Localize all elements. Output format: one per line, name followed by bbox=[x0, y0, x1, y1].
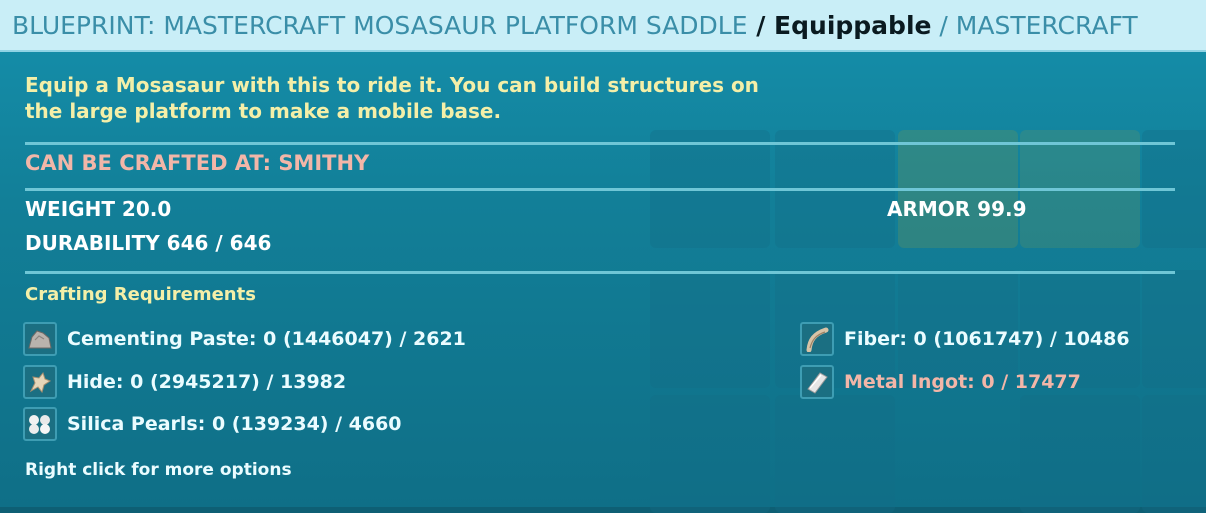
item-title-bar: BLUEPRINT: MASTERCRAFT MOSASAUR PLATFORM… bbox=[0, 0, 1206, 52]
crafted-at-label: CAN BE CRAFTED AT: SMITHY bbox=[25, 151, 370, 175]
divider bbox=[25, 188, 1175, 191]
armor-stat: ARMOR 99.9 bbox=[887, 197, 1027, 221]
divider bbox=[25, 142, 1175, 145]
item-type: Equippable bbox=[774, 10, 932, 40]
item-quality: MASTERCRAFT bbox=[955, 10, 1138, 40]
durability-stat: DURABILITY 646 / 646 bbox=[25, 231, 272, 255]
title-separator: / bbox=[931, 10, 956, 40]
cementing-paste-icon bbox=[23, 322, 57, 356]
footer-hint: Right click for more options bbox=[25, 460, 292, 480]
fiber-icon bbox=[800, 322, 834, 356]
title-separator: / bbox=[747, 10, 775, 40]
requirement-fiber: Fiber: 0 (1061747) / 10486 bbox=[800, 322, 1130, 356]
weight-stat: WEIGHT 20.0 bbox=[25, 197, 172, 221]
requirement-hide: Hide: 0 (2945217) / 13982 bbox=[23, 365, 346, 399]
item-tooltip: BLUEPRINT: MASTERCRAFT MOSASAUR PLATFORM… bbox=[0, 0, 1206, 513]
requirement-label: Cementing Paste: 0 (1446047) / 2621 bbox=[67, 328, 466, 350]
crafting-requirements-title: Crafting Requirements bbox=[25, 284, 256, 305]
silica-pearls-icon bbox=[23, 407, 57, 441]
requirement-label: Metal Ingot: 0 / 17477 bbox=[844, 371, 1081, 393]
item-description: Equip a Mosasaur with this to ride it. Y… bbox=[25, 73, 759, 123]
requirement-label: Silica Pearls: 0 (139234) / 4660 bbox=[67, 413, 402, 435]
hide-icon bbox=[23, 365, 57, 399]
divider bbox=[25, 271, 1175, 274]
requirement-label: Fiber: 0 (1061747) / 10486 bbox=[844, 328, 1130, 350]
requirement-metal-ingot: Metal Ingot: 0 / 17477 bbox=[800, 365, 1081, 399]
requirement-label: Hide: 0 (2945217) / 13982 bbox=[67, 371, 347, 393]
item-name: BLUEPRINT: MASTERCRAFT MOSASAUR PLATFORM… bbox=[12, 10, 748, 40]
metal-ingot-icon bbox=[800, 365, 834, 399]
requirement-silica-pearls: Silica Pearls: 0 (139234) / 4660 bbox=[23, 407, 402, 441]
requirement-cementing-paste: Cementing Paste: 0 (1446047) / 2621 bbox=[23, 322, 466, 356]
